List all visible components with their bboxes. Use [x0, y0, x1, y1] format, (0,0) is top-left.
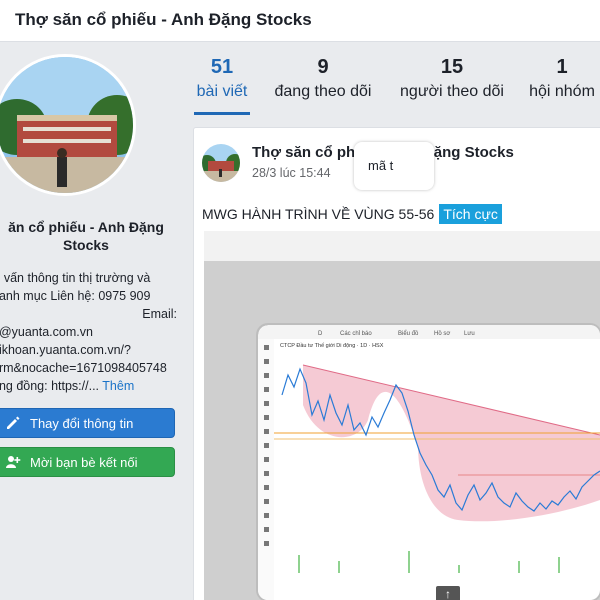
- chart-toolbar-item: Biểu đồ: [398, 330, 419, 337]
- post-avatar-photo: [202, 144, 240, 182]
- stat-following-count: 9: [317, 56, 329, 78]
- scroll-up-icon[interactable]: ↑: [436, 586, 460, 600]
- chart-window: HD D Các chỉ báo Biểu đồ Hồ sơ Lưu CTCP …: [258, 325, 600, 600]
- invite-friends-button[interactable]: Mời bạn bè kết nối: [0, 447, 175, 477]
- stat-following[interactable]: 9 đang theo dõi: [268, 52, 378, 102]
- stat-followers-count: 15: [440, 56, 464, 78]
- stat-followers[interactable]: 15 người theo dõi: [394, 52, 510, 102]
- stat-groups-count: 1: [556, 56, 568, 78]
- chat-snippet-text: mã t: [368, 158, 394, 173]
- bio-line: danh mục Liên hệ: 0975 909: [0, 289, 151, 303]
- stat-groups[interactable]: 1 hội nhóm: [524, 52, 600, 102]
- sentiment-tag: Tích cực: [439, 204, 502, 224]
- chat-snippet: mã t: [354, 142, 434, 190]
- stat-posts-count: 51: [210, 56, 234, 78]
- bio-line-text: ộng đồng: https://...: [0, 379, 100, 393]
- edit-profile-label: Thay đổi thông tin: [30, 415, 134, 431]
- pencil-icon: [5, 415, 21, 431]
- stock-chart: D Các chỉ báo Biểu đồ Hồ sơ Lưu CTCP Đầu…: [258, 325, 600, 600]
- bio-line: Email:: [142, 307, 177, 321]
- top-bar: Thợ săn cổ phiếu - Anh Đặng Stocks: [0, 0, 600, 42]
- profile-avatar[interactable]: [0, 54, 136, 196]
- avatar-photo: [0, 57, 133, 193]
- see-more-link[interactable]: Thêm: [102, 379, 134, 393]
- stat-following-label: đang theo dõi: [274, 83, 372, 100]
- bio-line: aikhoan.yuanta.com.vn/?: [0, 343, 131, 357]
- bio-line: ộng đồng: https://... Thêm: [0, 377, 177, 395]
- profile-name: ăn cổ phiếu - Anh Đặng Stocks: [0, 218, 182, 254]
- edit-profile-button[interactable]: Thay đổi thông tin: [0, 408, 175, 438]
- post-body-text: MWG HÀNH TRÌNH VỀ VÙNG 55-56: [202, 206, 435, 222]
- chart-toolbar-item: Hồ sơ: [434, 331, 450, 337]
- bio-line: orm&nocache=1671098405748: [0, 361, 167, 375]
- add-user-icon: [5, 454, 21, 470]
- post-timestamp[interactable]: 28/3 lúc 15:44: [252, 166, 331, 180]
- invite-friends-label: Mời bạn bè kết nối: [30, 454, 138, 470]
- stat-posts-label: bài viết: [196, 83, 248, 100]
- chart-toolbar-item: D: [318, 331, 323, 337]
- profile-sidebar: ăn cổ phiếu - Anh Đặng Stocks ư vấn thôn…: [0, 42, 190, 600]
- stat-posts[interactable]: 51 bài viết: [194, 52, 250, 102]
- stat-groups-label: hội nhóm: [529, 83, 595, 100]
- stat-followers-label: người theo dõi: [400, 83, 504, 100]
- profile-name-line2: Stocks: [63, 237, 109, 253]
- chart-toolbar-item: Lưu: [464, 331, 475, 337]
- chart-toolbar-item: Các chỉ báo: [340, 330, 372, 337]
- post-author-avatar[interactable]: [202, 144, 240, 182]
- profile-bio: ư vấn thông tin thị trường và danh mục L…: [0, 269, 177, 395]
- profile-stats: 51 bài viết 9 đang theo dõi 15 người the…: [190, 52, 600, 116]
- bio-line: ư vấn thông tin thị trường và: [0, 271, 151, 285]
- page-title: Thợ săn cổ phiếu - Anh Đặng Stocks: [15, 10, 312, 29]
- active-tab-indicator: [194, 112, 250, 115]
- bio-line: g@yuanta.com.vn: [0, 325, 93, 339]
- profile-name-line1: ăn cổ phiếu - Anh Đặng: [8, 219, 164, 235]
- post-text: MWG HÀNH TRÌNH VỀ VÙNG 55-56 Tích cực: [202, 204, 502, 224]
- chart-title: CTCP Đầu tư Thế giới Di động · 1D · HSX: [280, 343, 384, 349]
